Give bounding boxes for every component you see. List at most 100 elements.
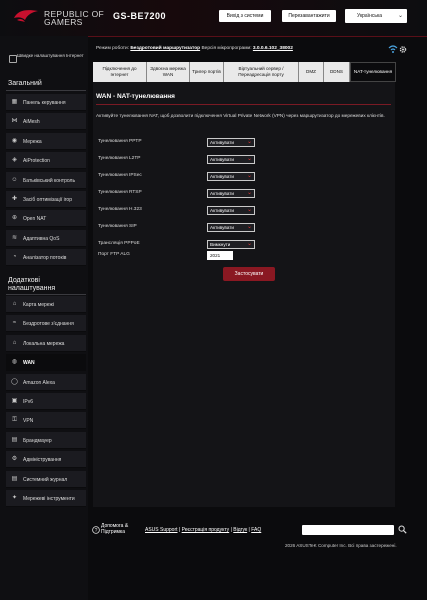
sidebar-item[interactable]: ≋ Адаптивна QoS <box>6 229 86 247</box>
select-value: Активувати <box>210 225 234 230</box>
sidebar-item[interactable]: ◍ WAN <box>6 354 86 372</box>
sidebar-item-label: Бездротове з'єднання <box>23 321 74 328</box>
sidebar-item-label: Open NAT <box>23 216 47 223</box>
select-value: Вимкнути <box>210 242 231 247</box>
sidebar-item[interactable]: ⌂ Карта мережі <box>6 296 86 313</box>
logout-button[interactable]: Вихід з системи <box>219 10 271 22</box>
admin-icon: ⚙ <box>11 456 18 463</box>
shield-icon: ◈ <box>12 157 17 164</box>
sidebar-item[interactable]: ⌂ Локальна мережа <box>6 334 86 352</box>
feedback-link[interactable]: Відгук <box>233 527 247 533</box>
product-registration-link[interactable]: Реєстрація продукту <box>182 527 230 533</box>
help-support-link[interactable]: Допомога & Підтримка <box>101 523 137 535</box>
field-label: Тунелювання H.323 <box>98 207 142 212</box>
sidebar-item[interactable]: ▣ IPv6 <box>6 393 86 410</box>
field-label: Тунелювання SIP <box>98 224 137 229</box>
sidebar-item-label: IPv6 <box>23 399 34 405</box>
parental-icon: ☺ <box>11 176 18 183</box>
tab-ddns[interactable]: DDNS <box>324 62 350 82</box>
chevron-down-icon: ⌄ <box>246 207 252 213</box>
reboot-button[interactable]: Перезавантажити <box>282 10 336 22</box>
field-label: Тунелювання RTSP <box>98 190 142 195</box>
sidebar-item-label: VPN <box>23 418 34 425</box>
advanced-section-title-2: налаштування <box>8 285 56 292</box>
map-icon: ⌂ <box>12 301 17 307</box>
field-label: Тунелювання PPTP <box>98 139 142 144</box>
sidebar-item-label: Адаптивна QoS <box>23 235 60 242</box>
select-value: Активувати <box>210 208 234 213</box>
sidebar-item[interactable]: ⊕ Open NAT <box>6 210 86 228</box>
sidebar-item[interactable]: ◉ Мережа <box>6 132 86 150</box>
field-select[interactable]: Активувати ⌄ <box>207 138 255 147</box>
sidebar-item-label: Аналізатор потоків <box>23 255 67 262</box>
sidebar-item-label: Адміністрування <box>23 457 62 464</box>
lan-icon: ⌂ <box>12 339 17 346</box>
sidebar-item[interactable]: ⋈ AiMesh <box>6 113 86 131</box>
sidebar-item[interactable]: ⚙ Адміністрування <box>6 451 86 469</box>
status-line: Режим роботи: Бездротовий маршрутизатор … <box>96 46 293 51</box>
tab-virtual-server[interactable]: Віртуальний сервер / Переадресація порту <box>224 62 299 82</box>
chevron-down-icon: ⌄ <box>397 13 403 19</box>
mesh-icon: ⋈ <box>11 118 18 125</box>
sidebar-item-label: Батьківський контроль <box>23 177 76 184</box>
tools-icon: ✦ <box>11 495 18 501</box>
sidebar-item-label: Брандмауер <box>23 437 52 444</box>
wifi-status-icon[interactable] <box>388 45 398 53</box>
search-icon[interactable] <box>398 525 407 534</box>
footer-search-input[interactable] <box>302 525 394 535</box>
field-select[interactable]: Вимкнути ⌄ <box>207 240 255 249</box>
field-select[interactable]: Активувати ⌄ <box>207 189 255 198</box>
sidebar-item-label: AiProtection <box>23 158 50 165</box>
analyzer-icon: ◔ <box>12 254 17 261</box>
page-title: WAN - NAT-тунелювання <box>96 93 175 100</box>
sidebar-item-label: WAN <box>23 360 35 367</box>
language-select[interactable]: Українська ⌄ <box>345 9 407 23</box>
sidebar-item[interactable]: ▤ Брандмауер <box>6 431 86 449</box>
sidebar-item[interactable]: ✦ Мережеві інструменти <box>6 490 86 507</box>
quick-setup-link[interactable]: Швидке налаштування Інтернет <box>6 52 86 66</box>
firmware-link[interactable]: 3.0.0.6.102_38002 <box>253 46 293 51</box>
status-icons <box>388 45 408 56</box>
field-select[interactable]: Активувати ⌄ <box>207 155 255 164</box>
tab-internet-connection[interactable]: Підключення до Інтернет <box>93 62 147 82</box>
tab-port-trigger[interactable]: Тригер портів <box>190 62 224 82</box>
sidebar-item[interactable]: ▦ Панель керування <box>6 94 86 111</box>
sidebar-item-label: Панель керування <box>23 100 66 106</box>
sidebar-item[interactable]: ▤ Системний журнал <box>6 470 86 488</box>
apply-button[interactable]: Застосувати <box>223 267 275 281</box>
advanced-section-title-1: Додаткові <box>8 277 40 284</box>
tab-nat-passthrough[interactable]: NAT-тунелювання <box>350 62 396 82</box>
sidebar-item[interactable]: ⚿ VPN <box>6 412 86 430</box>
field-select[interactable]: Активувати ⌄ <box>207 172 255 181</box>
model-name: GS-BE7200 <box>113 11 167 21</box>
sidebar-item[interactable]: ◯ Amazon Alexa <box>6 373 86 391</box>
sidebar-item[interactable]: ☺ Батьківський контроль <box>6 171 86 189</box>
ftp-alg-port-input[interactable]: 2021 <box>207 251 233 260</box>
footer-separator: | <box>248 527 250 533</box>
select-value: Активувати <box>210 140 234 145</box>
footer-separator: | <box>230 527 232 533</box>
footer-separator: | <box>178 527 181 533</box>
sidebar-item[interactable]: ✚ Засіб оптимізації ігор <box>6 191 86 208</box>
ipv6-icon: ▣ <box>11 398 18 404</box>
globe-icon: ◍ <box>11 359 18 366</box>
settings-gear-icon[interactable] <box>399 46 407 53</box>
language-value: Українська <box>357 13 383 19</box>
header-bar: REPUBLIC OF GAMERS GS-BE7200 Вихід з сис… <box>0 0 427 37</box>
field-label: Тунелювання IPSec <box>98 173 142 178</box>
sidebar-item[interactable]: ◈ AiProtection <box>6 152 86 170</box>
brand-text: REPUBLIC OF GAMERS <box>44 10 104 27</box>
tab-dmz[interactable]: DMZ <box>299 62 324 82</box>
wireless-icon: ≈ <box>12 320 17 327</box>
asus-support-link[interactable]: ASUS Support <box>145 527 178 533</box>
faq-link[interactable]: FAQ <box>251 527 261 533</box>
svg-text:?: ? <box>95 528 98 534</box>
field-select[interactable]: Активувати ⌄ <box>207 223 255 232</box>
sidebar-item[interactable]: ≈ Бездротове з'єднання <box>6 315 86 333</box>
mode-link[interactable]: Бездротовий маршрутизатор <box>130 46 200 51</box>
field-select[interactable]: Активувати ⌄ <box>207 206 255 215</box>
divider <box>6 90 86 91</box>
sidebar-item[interactable]: ◔ Аналізатор потоків <box>6 249 86 267</box>
chevron-down-icon: ⌄ <box>246 241 252 247</box>
tab-dual-wan[interactable]: Здвоєна мережа WAN <box>147 62 190 82</box>
